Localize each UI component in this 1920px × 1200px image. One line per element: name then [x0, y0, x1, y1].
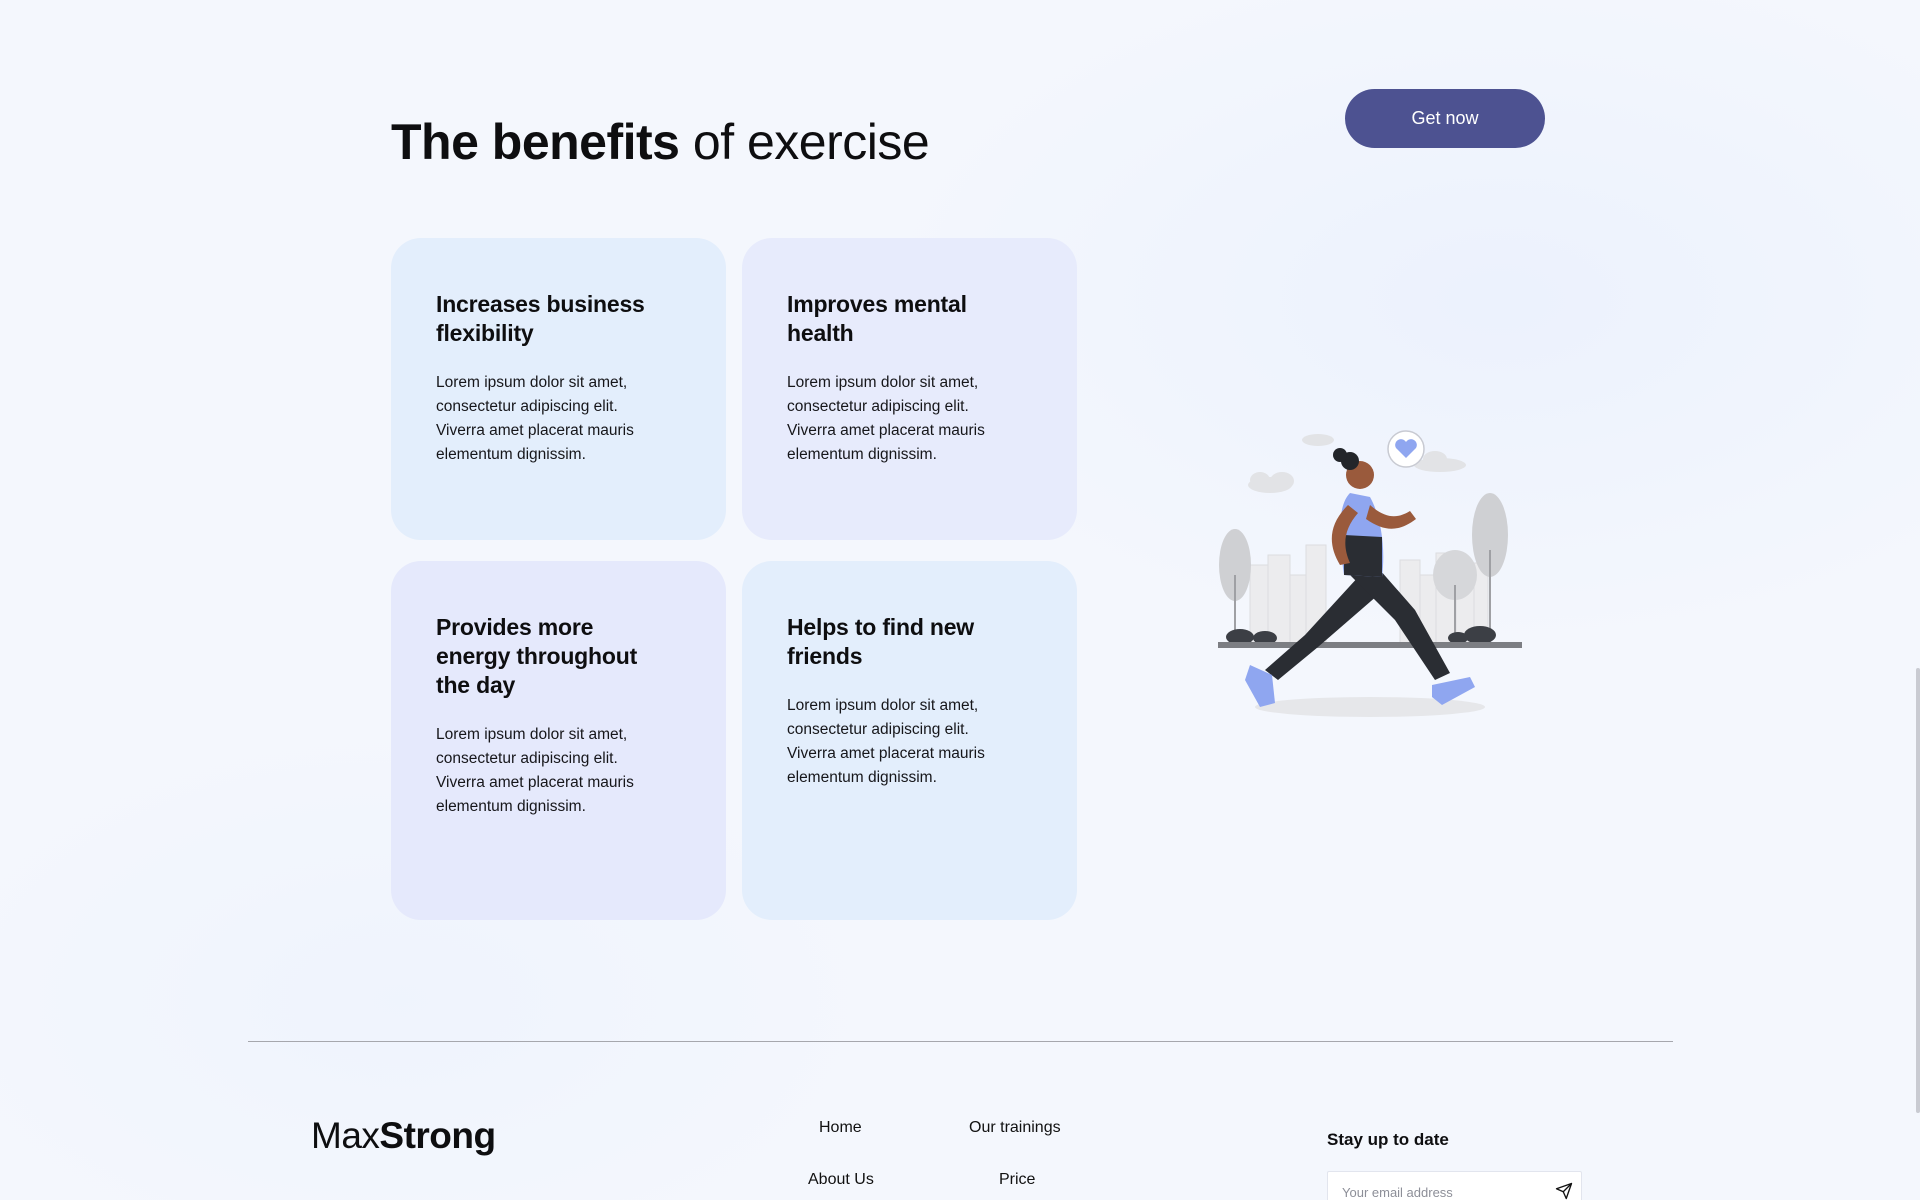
footer-nav-trainings[interactable]: Our trainings [969, 1119, 1061, 1137]
section-title-bold: The benefits [391, 114, 680, 170]
email-input[interactable] [1342, 1182, 1542, 1200]
benefit-card-text: Lorem ipsum dolor sit amet, consectetur … [436, 726, 634, 815]
page-scrollbar[interactable] [1916, 668, 1920, 1113]
runner-illustration [1218, 430, 1522, 717]
benefits-section: The benefits of exercise Get now Increas… [0, 0, 1920, 1200]
benefit-card-title: Increases business flexibility [436, 291, 645, 346]
section-title: The benefits of exercise [391, 112, 930, 172]
benefit-card-title: Provides more energy throughout the day [436, 614, 638, 698]
benefit-card-title: Helps to find new friends [787, 614, 974, 669]
heart-bubble-icon [1387, 430, 1425, 468]
benefit-card: Helps to find new friends Lorem ipsum do… [742, 561, 1077, 920]
benefit-card-title: Improves mental health [787, 291, 967, 346]
footer-nav-price[interactable]: Price [999, 1171, 1035, 1189]
benefit-card: Increases business flexibility Lorem ips… [391, 238, 726, 540]
newsletter-form [1327, 1171, 1582, 1200]
benefit-card-text: Lorem ipsum dolor sit amet, consectetur … [787, 697, 985, 786]
footer-nav-about[interactable]: About Us [808, 1171, 874, 1189]
send-button[interactable] [1553, 1181, 1575, 1200]
logo-text-bold: Strong [379, 1115, 496, 1156]
footer-divider [248, 1041, 1673, 1042]
send-icon [1555, 1182, 1573, 1199]
section-title-rest: of exercise [692, 114, 930, 170]
subscribe-title: Stay up to date [1327, 1130, 1449, 1149]
benefit-card-text: Lorem ipsum dolor sit amet, consectetur … [787, 374, 985, 463]
path [1218, 642, 1522, 648]
footer-nav-home[interactable]: Home [819, 1119, 862, 1137]
get-now-button[interactable]: Get now [1345, 89, 1545, 148]
logo-text-light: Max [311, 1115, 380, 1156]
benefit-card-text: Lorem ipsum dolor sit amet, consectetur … [436, 374, 634, 463]
maxstrong-logo[interactable]: MaxStrong [311, 1114, 496, 1158]
benefit-card: Provides more energy throughout the day … [391, 561, 726, 920]
benefit-card: Improves mental health Lorem ipsum dolor… [742, 238, 1077, 540]
